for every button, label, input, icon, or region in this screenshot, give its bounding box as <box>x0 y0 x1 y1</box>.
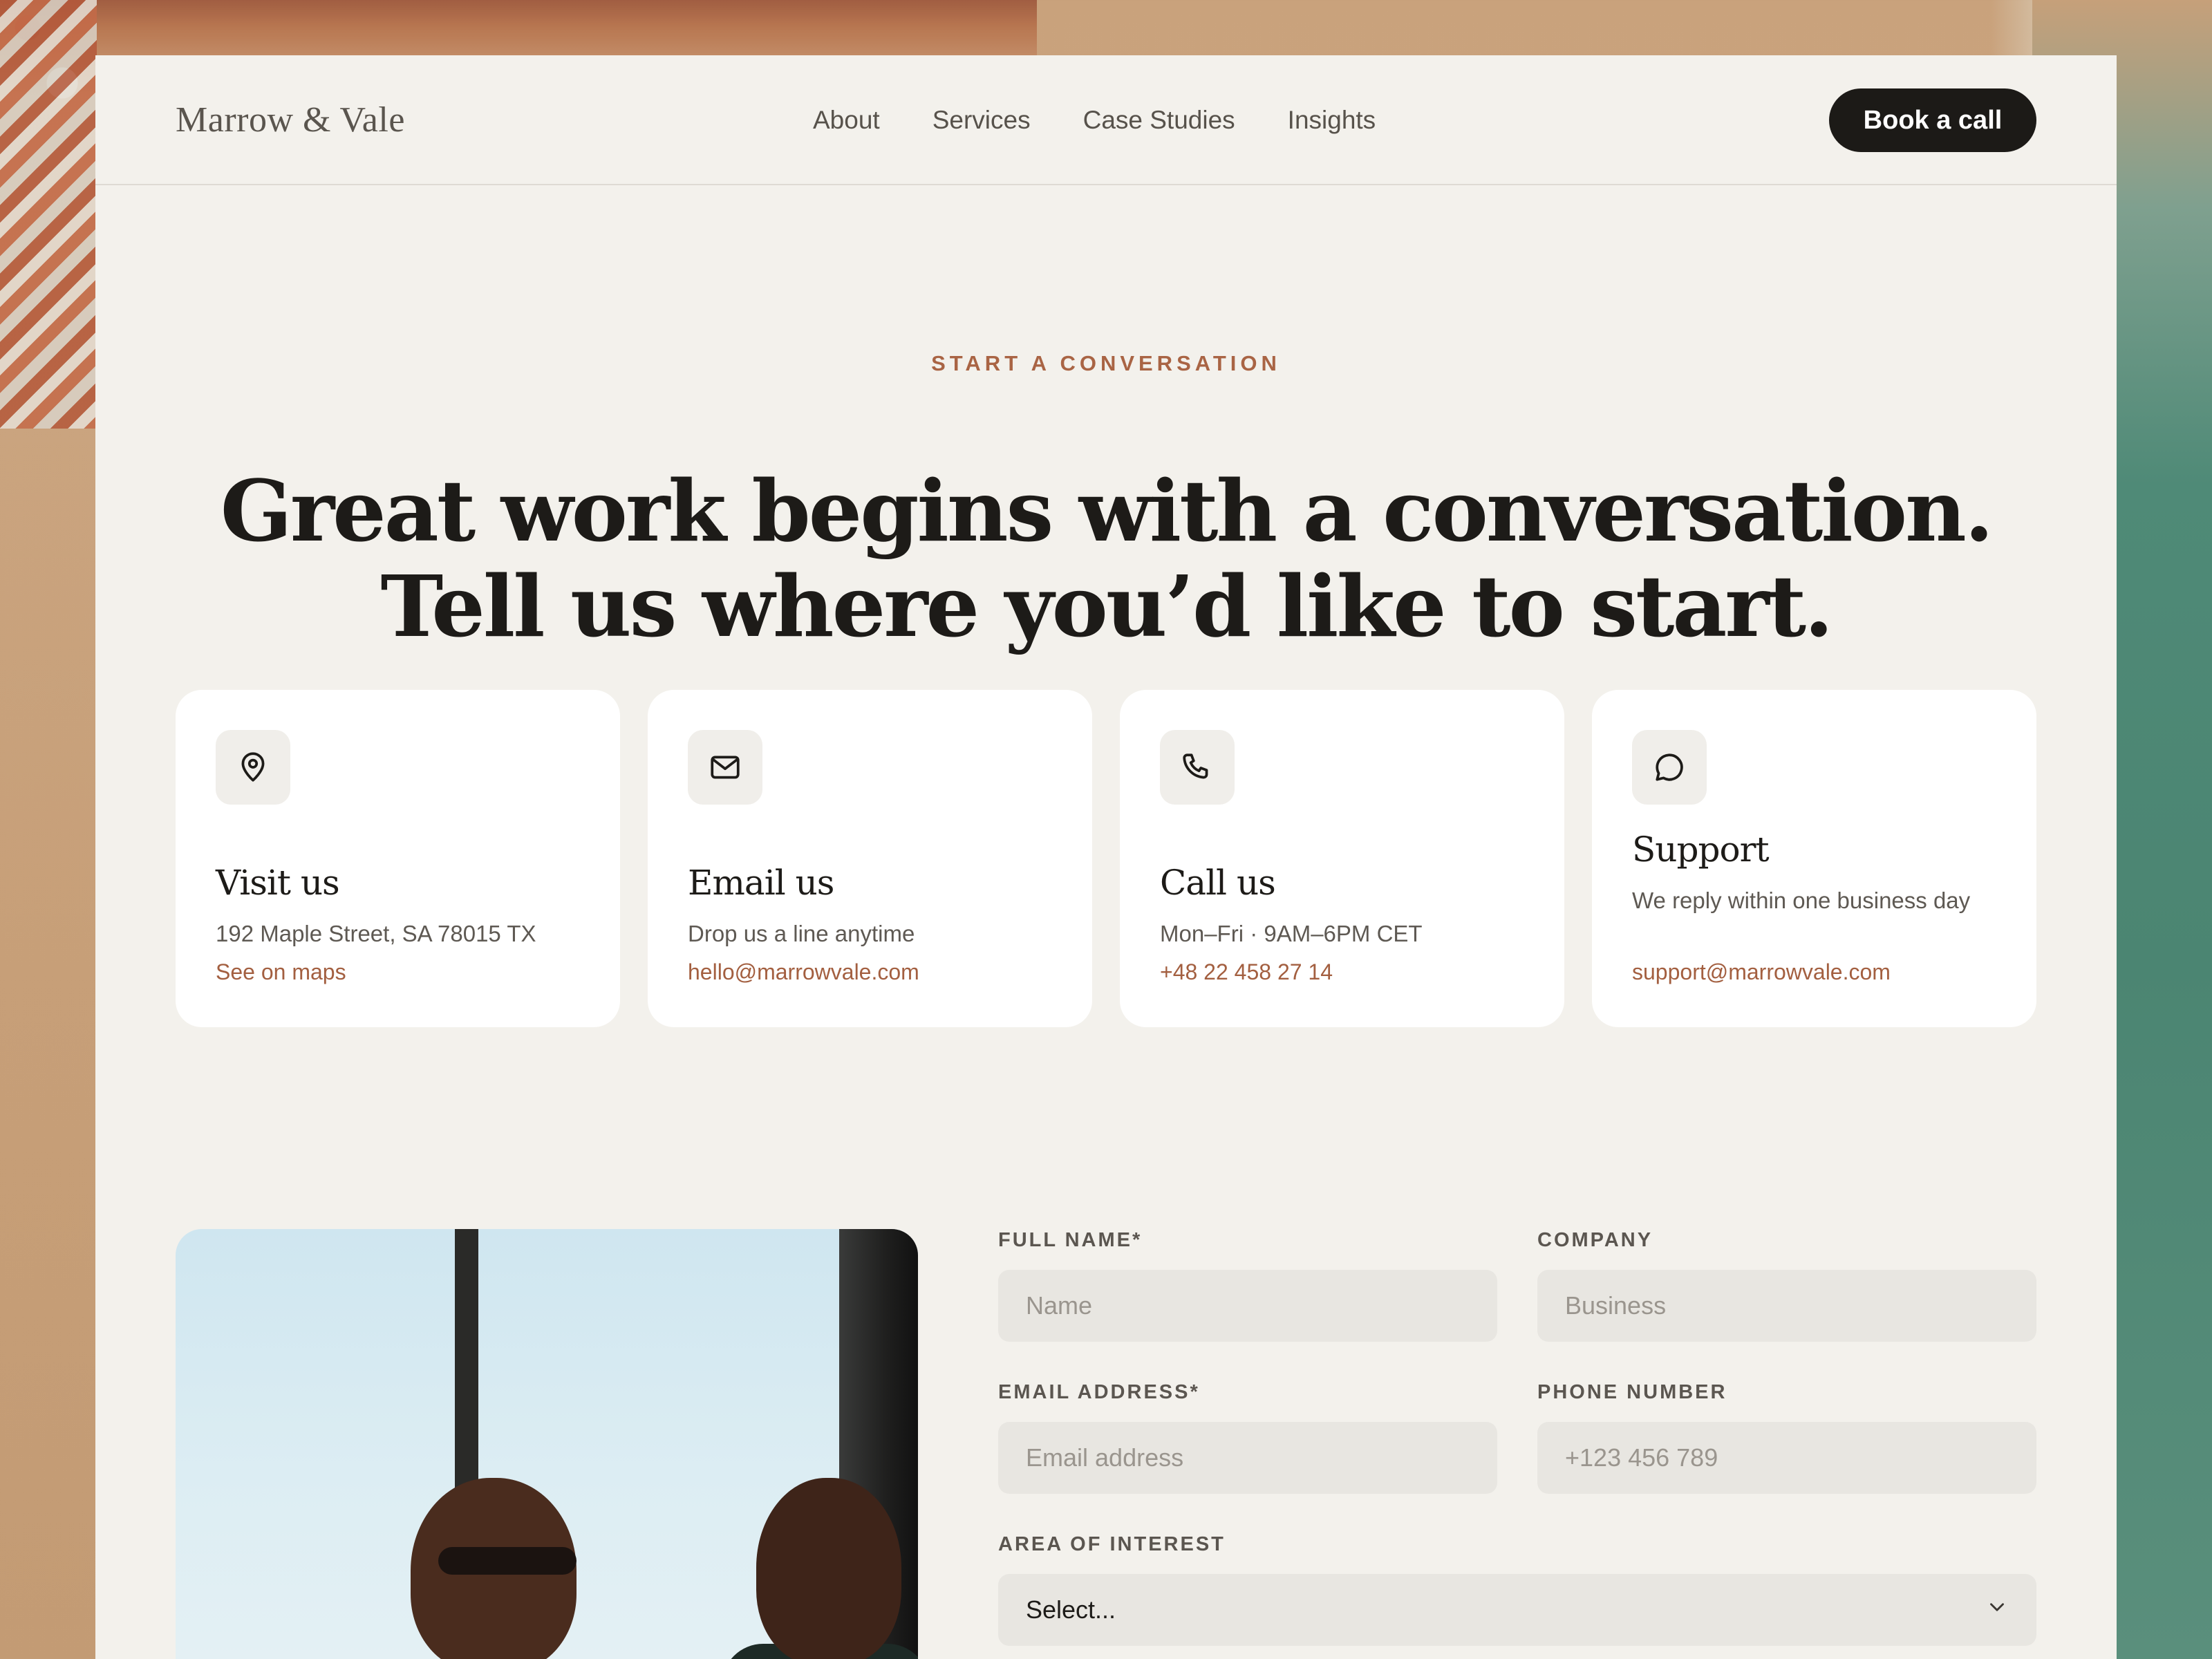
full-name-field: FULL NAME* Name <box>998 1229 1497 1342</box>
email-link[interactable]: hello@marrowvale.com <box>688 959 919 985</box>
page-title-line-1: Great work begins with a conversation. <box>220 461 1994 561</box>
card-description: 192 Maple Street, SA 78015 TX <box>216 921 536 946</box>
mail-icon <box>688 730 762 805</box>
email-input[interactable]: Email address <box>998 1422 1497 1494</box>
area-of-interest-value: Select... <box>1026 1595 1116 1624</box>
email-field: EMAIL ADDRESS* Email address <box>998 1381 1497 1494</box>
section-eyebrow: START A CONVERSATION <box>931 351 1281 375</box>
card-support: Support We reply within one business day… <box>1592 690 2036 1027</box>
card-title: Call us <box>1160 863 1276 903</box>
phone-input[interactable]: +123 456 789 <box>1537 1422 2036 1494</box>
contact-cards: Visit us 192 Maple Street, SA 78015 TX S… <box>176 690 2036 1027</box>
card-visit-us: Visit us 192 Maple Street, SA 78015 TX S… <box>176 690 620 1027</box>
team-photo <box>176 1229 918 1659</box>
full-name-input[interactable]: Name <box>998 1270 1497 1342</box>
phone-link[interactable]: +48 22 458 27 14 <box>1160 959 1333 985</box>
card-title: Support <box>1632 830 1770 870</box>
area-of-interest-label: AREA OF INTEREST <box>998 1533 1226 1555</box>
phone-label: PHONE NUMBER <box>1537 1381 1727 1403</box>
book-a-call-button[interactable]: Book a call <box>1829 88 2036 152</box>
see-on-maps-link[interactable]: See on maps <box>216 959 346 985</box>
card-description: We reply within one business day <box>1632 888 1971 913</box>
nav-link-about[interactable]: About <box>813 106 880 135</box>
card-description: Drop us a line anytime <box>688 921 915 946</box>
area-of-interest-field: AREA OF INTEREST Select... <box>998 1533 2036 1646</box>
sunglasses <box>438 1547 577 1575</box>
person-right <box>756 1478 901 1659</box>
brand-logo[interactable]: Marrow & Vale <box>176 100 405 140</box>
chat-bubble-icon <box>1632 730 1707 805</box>
background-rooftops <box>0 0 97 429</box>
chevron-down-icon <box>1985 1595 2009 1625</box>
nav-link-case-studies[interactable]: Case Studies <box>1083 106 1235 135</box>
card-title: Visit us <box>216 863 340 903</box>
page-title-line-2: Tell us where you’d like to start. <box>380 556 1833 656</box>
card-call-us: Call us Mon–Fri · 9AM–6PM CET +48 22 458… <box>1120 690 1564 1027</box>
page-sheet: Marrow & Vale About Services Case Studie… <box>95 55 2117 1659</box>
page-title: Great work begins with a conversation. T… <box>95 463 2117 654</box>
full-name-label: FULL NAME* <box>998 1229 1143 1251</box>
phone-icon <box>1160 730 1235 805</box>
company-field: COMPANY Business <box>1537 1229 2036 1342</box>
nav-links: About Services Case Studies Insights <box>813 55 1376 185</box>
nav-link-insights[interactable]: Insights <box>1288 106 1376 135</box>
card-description: Mon–Fri · 9AM–6PM CET <box>1160 921 1423 946</box>
email-label: EMAIL ADDRESS* <box>998 1381 1200 1403</box>
card-email-us: Email us Drop us a line anytime hello@ma… <box>648 690 1092 1027</box>
support-email-link[interactable]: support@marrowvale.com <box>1632 959 1891 985</box>
top-nav: Marrow & Vale About Services Case Studie… <box>95 55 2117 185</box>
nav-link-services[interactable]: Services <box>932 106 1031 135</box>
map-pin-icon <box>216 730 290 805</box>
area-of-interest-select[interactable]: Select... <box>998 1574 2036 1646</box>
card-title: Email us <box>688 863 834 903</box>
phone-field: PHONE NUMBER +123 456 789 <box>1537 1381 2036 1494</box>
company-label: COMPANY <box>1537 1229 1653 1251</box>
company-input[interactable]: Business <box>1537 1270 2036 1342</box>
